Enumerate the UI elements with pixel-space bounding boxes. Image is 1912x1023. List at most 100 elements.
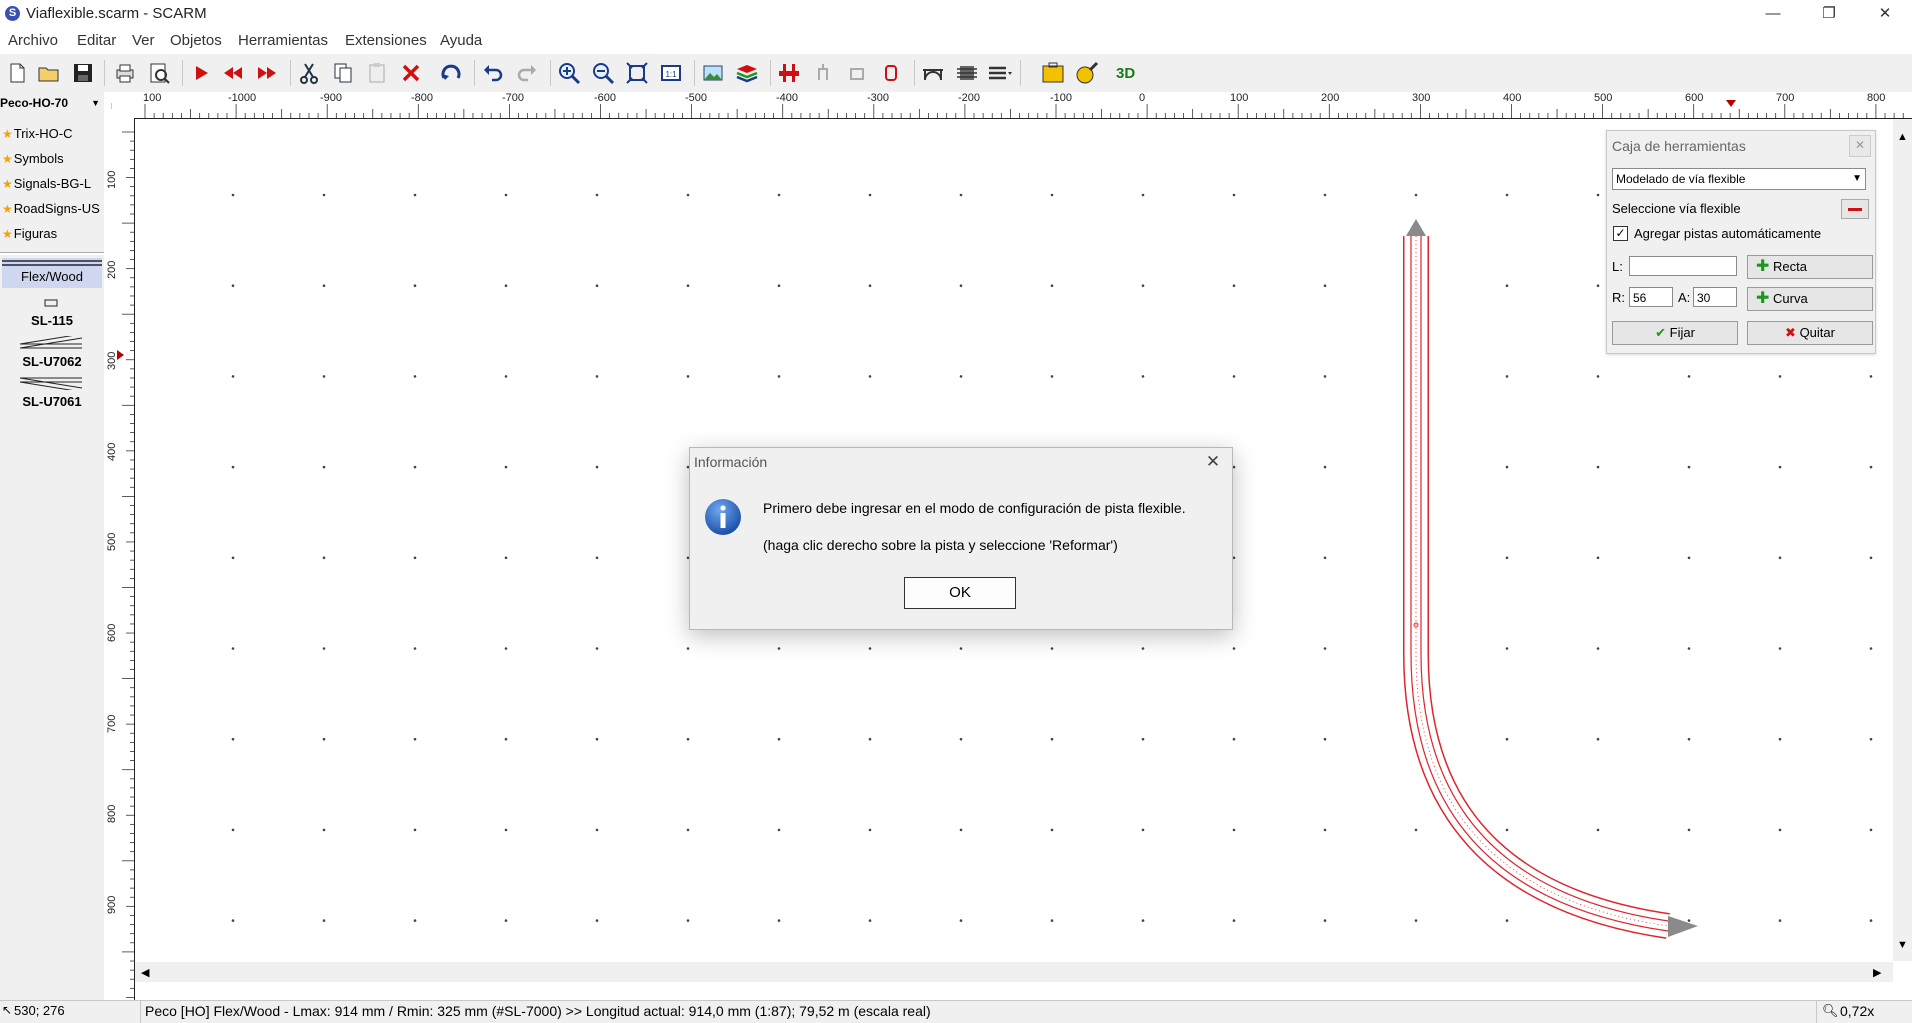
copy-icon[interactable] — [330, 60, 356, 86]
elevation-icon[interactable] — [810, 60, 836, 86]
svg-text:1:1: 1:1 — [665, 70, 677, 79]
tile-sl-u7062[interactable]: SL-U7062 — [0, 354, 104, 369]
close-button[interactable]: ✕ — [1862, 0, 1908, 28]
open-folder-icon[interactable] — [36, 60, 62, 86]
arrow-right-icon[interactable] — [188, 60, 214, 86]
grid-menu-icon[interactable] — [986, 60, 1012, 86]
scroll-left-icon[interactable]: ◀ — [141, 966, 149, 979]
toolbox-mode-select[interactable]: Modelado de vía flexible ▼ — [1612, 168, 1866, 190]
zoom-out-icon[interactable] — [590, 60, 616, 86]
tunnel-icon[interactable] — [954, 60, 980, 86]
auto-tracks-checkbox[interactable]: ✓ — [1613, 226, 1628, 241]
curve-button[interactable]: ✚ Curva — [1747, 287, 1873, 311]
zoom-1to1-icon[interactable]: 1:1 — [658, 60, 684, 86]
grade-icon[interactable] — [844, 60, 870, 86]
ruler-top-label: 0 — [1139, 92, 1146, 104]
angle-label: A: — [1678, 290, 1691, 305]
dialog-title: Información — [694, 454, 768, 470]
height-icon[interactable] — [878, 60, 904, 86]
scroll-up-icon[interactable]: ▲ — [1897, 131, 1908, 143]
plus-icon: ✚ — [1756, 290, 1770, 307]
zoom-in-icon[interactable] — [556, 60, 582, 86]
track-tool-icon[interactable] — [776, 60, 802, 86]
flex-track-icon — [2, 260, 102, 266]
new-file-icon[interactable] — [4, 60, 30, 86]
menu-ayuda[interactable]: Ayuda — [440, 32, 482, 49]
print-icon[interactable] — [112, 60, 138, 86]
tile-label: Flex/Wood — [21, 269, 83, 284]
library-selector[interactable]: Peco-HO-70 ▼ — [0, 96, 102, 114]
tile-sl-u7061[interactable]: SL-U7061 — [0, 394, 104, 409]
info-icon — [705, 499, 741, 535]
ruler-top-label: -100 — [1050, 92, 1073, 104]
favorite-signals-bg-l[interactable]: ★Signals-BG-L — [2, 176, 91, 191]
zoom-fit-icon[interactable] — [624, 60, 650, 86]
menu-herramientas[interactable]: Herramientas — [238, 32, 328, 49]
deselect-button[interactable] — [1841, 199, 1869, 219]
information-dialog: Información ✕ Primero debe ingresar en e… — [689, 447, 1233, 630]
tile-flex-wood[interactable]: Flex/Wood — [2, 258, 102, 288]
scroll-down-icon[interactable]: ▼ — [1897, 939, 1908, 951]
measure-icon[interactable] — [1074, 60, 1100, 86]
remove-button[interactable]: ✖ Quitar — [1747, 321, 1873, 345]
radius-input[interactable]: 56 — [1629, 287, 1673, 307]
menu-extensiones[interactable]: Extensiones — [345, 32, 427, 49]
menu-bar: Archivo Editar Ver Objetos Herramientas … — [0, 28, 1912, 54]
library-selected: Peco-HO-70 — [0, 96, 69, 110]
menu-archivo[interactable]: Archivo — [8, 32, 58, 49]
track-end-marker-right — [1668, 916, 1698, 937]
zoom-icon: 🔍︎ — [1822, 1003, 1839, 1018]
toolbox-panel: Caja de herramientas ✕ Modelado de vía f… — [1606, 130, 1876, 354]
restore-button[interactable]: ❐ — [1806, 0, 1852, 28]
delete-icon[interactable] — [398, 60, 424, 86]
paste-icon[interactable] — [364, 60, 390, 86]
menu-objetos[interactable]: Objetos — [170, 32, 222, 49]
dialog-close-button[interactable]: ✕ — [1203, 452, 1223, 472]
ruler-top-label: -500 — [685, 92, 708, 104]
length-input[interactable] — [1629, 256, 1737, 276]
ruler-top-label: 400 — [1503, 92, 1522, 104]
tile-sl-115[interactable]: SL-115 — [0, 313, 104, 328]
toolbox-close-icon[interactable]: ✕ — [1849, 135, 1871, 157]
scroll-right-icon[interactable]: ▶ — [1873, 966, 1881, 979]
layers-icon[interactable] — [734, 60, 760, 86]
favorite-symbols[interactable]: ★Symbols — [2, 151, 64, 166]
horizontal-scrollbar[interactable]: ◀ ▶ — [135, 962, 1893, 982]
arrow-double-left-icon[interactable] — [220, 60, 246, 86]
minimize-button[interactable]: — — [1750, 0, 1796, 28]
toolbox-mode-value: Modelado de vía flexible — [1616, 172, 1746, 186]
star-icon: ★ — [2, 127, 13, 141]
3d-view-icon[interactable]: 3D — [1116, 65, 1146, 85]
cut-icon[interactable] — [296, 60, 322, 86]
arrow-double-right-icon[interactable] — [254, 60, 280, 86]
favorite-figuras[interactable]: ★Figuras — [2, 226, 57, 241]
ruler-top-label: 200 — [1321, 92, 1340, 104]
menu-ver[interactable]: Ver — [132, 32, 155, 49]
fix-button[interactable]: ✔ Fijar — [1612, 321, 1738, 345]
rotate-icon[interactable] — [438, 60, 464, 86]
toolbox-icon[interactable] — [1040, 60, 1066, 86]
ruler-top-label: -400 — [776, 92, 799, 104]
turnout-icon — [19, 336, 83, 349]
ruler-left-label: 900 — [106, 895, 118, 914]
menu-editar[interactable]: Editar — [77, 32, 116, 49]
redo-icon[interactable] — [514, 60, 540, 86]
angle-input[interactable]: 30 — [1693, 287, 1737, 307]
bridge-icon[interactable] — [920, 60, 946, 86]
favorite-roadsigns-us[interactable]: ★RoadSigns-US — [2, 201, 100, 216]
print-preview-icon[interactable] — [146, 60, 172, 86]
save-icon[interactable] — [70, 60, 96, 86]
zoom-level: 0,72x — [1840, 1003, 1875, 1019]
x-icon: ✖ — [1785, 325, 1796, 340]
ruler-top-label: 100 — [1230, 92, 1249, 104]
track-piece-icon — [44, 299, 58, 307]
star-icon: ★ — [2, 177, 13, 191]
ruler-left-label: 200 — [106, 260, 118, 279]
straight-button[interactable]: ✚ Recta — [1747, 255, 1873, 279]
ok-button[interactable]: OK — [904, 577, 1016, 609]
cursor-coordinates: 530; 276 — [14, 1003, 65, 1018]
vertical-scrollbar[interactable]: ▲ ▼ — [1893, 119, 1912, 961]
favorite-trix-ho-c[interactable]: ★Trix-HO-C — [2, 126, 73, 141]
undo-icon[interactable] — [480, 60, 506, 86]
background-image-icon[interactable] — [700, 60, 726, 86]
